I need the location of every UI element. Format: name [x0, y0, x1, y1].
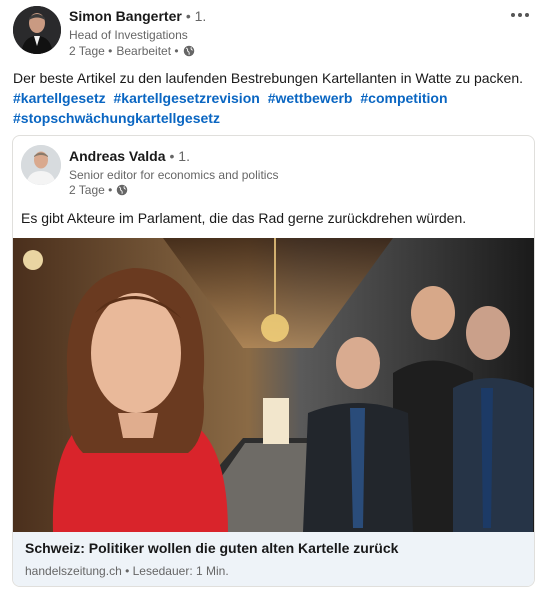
- more-horizontal-icon: [510, 5, 530, 23]
- article-image[interactable]: [13, 238, 534, 532]
- author-headline: Head of Investigations: [69, 28, 188, 42]
- author-name-text[interactable]: Simon Bangerter: [69, 8, 182, 24]
- shared-author-name[interactable]: Andreas Valda • 1.: [69, 148, 190, 164]
- hashtag-list: #kartellgesetz #kartellgesetzrevision #w…: [13, 88, 528, 128]
- author-name[interactable]: Simon Bangerter • 1.: [69, 8, 206, 24]
- post-text: Der beste Artikel zu den laufenden Bestr…: [13, 70, 524, 86]
- hashtag-link[interactable]: #competition: [360, 90, 447, 106]
- post-commentary: Der beste Artikel zu den laufenden Bestr…: [13, 68, 528, 128]
- shared-post-card[interactable]: Andreas Valda • 1. Senior editor for econ…: [12, 135, 535, 587]
- shared-author-headline: Senior editor for economics and politics: [69, 168, 279, 182]
- shared-post-time: 2 Tage •: [69, 183, 113, 197]
- shared-author-avatar[interactable]: [21, 145, 61, 185]
- hashtag-link[interactable]: #kartellgesetz: [13, 90, 106, 106]
- post-meta: 2 Tage • Bearbeitet •: [69, 44, 195, 58]
- shared-author-name-text[interactable]: Andreas Valda: [69, 148, 166, 164]
- more-options-button[interactable]: [508, 4, 532, 24]
- hashtag-link[interactable]: #kartellgesetzrevision: [114, 90, 260, 106]
- globe-icon: [183, 45, 195, 57]
- author-avatar[interactable]: [13, 6, 61, 54]
- globe-icon: [116, 184, 128, 196]
- connection-degree: • 1.: [185, 8, 207, 24]
- post-time: 2 Tage •: [69, 44, 113, 58]
- hashtag-link[interactable]: #wettbewerb: [268, 90, 353, 106]
- article-source: handelszeitung.ch • Lesedauer: 1 Min.: [25, 564, 229, 578]
- article-title[interactable]: Schweiz: Politiker wollen die guten alte…: [25, 540, 398, 556]
- article-footer[interactable]: Schweiz: Politiker wollen die guten alte…: [13, 532, 534, 586]
- shared-connection-degree: • 1.: [169, 148, 190, 164]
- edited-label: Bearbeitet •: [116, 44, 179, 58]
- hashtag-link[interactable]: #stopschwächungkartellgesetz: [13, 110, 220, 126]
- feed-post: Simon Bangerter • 1. Head of Investigatio…: [0, 0, 537, 589]
- shared-post-text: Es gibt Akteure im Parlament, die das Ra…: [21, 210, 467, 226]
- shared-post-meta: 2 Tage •: [69, 183, 128, 197]
